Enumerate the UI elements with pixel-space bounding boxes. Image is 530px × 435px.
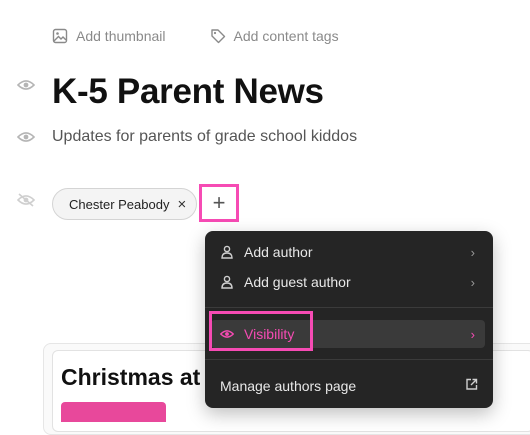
- menu-item-label: Add guest author: [244, 274, 351, 290]
- post-title[interactable]: K-5 Parent News: [52, 72, 324, 112]
- author-menu: Add author › Add guest author › Visibili…: [205, 231, 493, 408]
- plus-icon: +: [212, 190, 226, 215]
- chevron-right-icon: ›: [470, 274, 475, 290]
- post-subtitle[interactable]: Updates for parents of grade school kidd…: [52, 128, 357, 146]
- add-author-button[interactable]: +: [199, 184, 239, 222]
- chevron-right-icon: ›: [470, 326, 475, 342]
- tag-icon: [210, 29, 225, 44]
- add-content-tags-label: Add content tags: [233, 28, 339, 44]
- remove-author-icon[interactable]: ×: [177, 197, 186, 212]
- eye-icon[interactable]: [17, 78, 35, 92]
- person-icon: [220, 275, 234, 289]
- post-meta-row: Add thumbnail Add content tags: [52, 28, 339, 44]
- menu-divider: [205, 359, 493, 360]
- author-chip[interactable]: Chester Peabody ×: [52, 188, 198, 220]
- external-link-icon: [465, 378, 478, 394]
- menu-item-add-author[interactable]: Add author ›: [205, 237, 493, 267]
- chevron-right-icon: ›: [470, 244, 475, 260]
- menu-item-label: Manage authors page: [220, 378, 357, 394]
- add-thumbnail-button[interactable]: Add thumbnail: [52, 28, 166, 44]
- menu-item-add-guest-author[interactable]: Add guest author ›: [205, 267, 493, 297]
- add-content-tags-button[interactable]: Add content tags: [210, 28, 339, 44]
- eye-icon[interactable]: [17, 130, 35, 144]
- highlight-box: [209, 311, 313, 351]
- person-icon: [220, 245, 234, 259]
- menu-item-manage-authors-page[interactable]: Manage authors page: [205, 371, 493, 401]
- menu-item-label: Add author: [244, 244, 313, 260]
- image-icon: [52, 28, 68, 44]
- eye-off-icon[interactable]: [17, 193, 35, 207]
- menu-divider: [205, 307, 493, 308]
- author-chip-label: Chester Peabody: [69, 196, 170, 212]
- add-thumbnail-label: Add thumbnail: [76, 28, 166, 44]
- card-button[interactable]: [61, 402, 166, 422]
